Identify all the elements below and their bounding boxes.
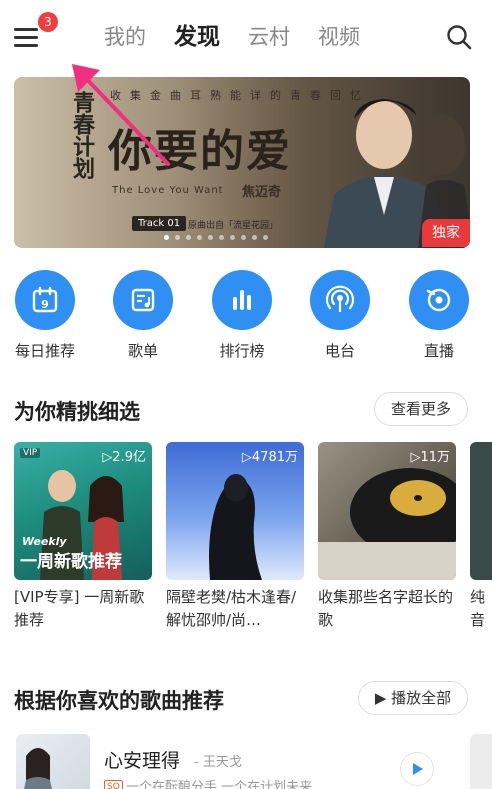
quick-links: 9 每日推荐 歌单 排行榜 电台 直播 — [0, 270, 492, 366]
search-icon[interactable] — [446, 24, 472, 50]
playlist-cover: ▷4781万 — [166, 442, 304, 580]
quick-daily[interactable]: 9 每日推荐 — [10, 270, 80, 361]
quick-charts[interactable]: 排行榜 — [207, 270, 277, 361]
calendar-icon: 9 — [15, 270, 75, 330]
live-icon — [409, 270, 469, 330]
section-title-picks: 为你精挑细选 — [14, 400, 140, 424]
annotation-arrow-icon — [72, 64, 170, 166]
cover-caption: 一周新歌推荐 — [20, 552, 122, 572]
banner-english-title: The Love You Want — [112, 185, 224, 196]
playlist-title: 隔壁老樊/枯木逢春/解忧邵帅/尚… — [166, 588, 297, 629]
tab-mine[interactable]: 我的 — [104, 22, 146, 52]
playlist-card[interactable]: VIP ▷2.9亿 Weekly 一周新歌推荐 [VIP专享] 一周新歌推荐 — [14, 442, 152, 632]
tab-cloud-village[interactable]: 云村 — [248, 22, 290, 52]
quality-badge: SQ — [104, 780, 123, 789]
play-count: ▷11万 — [410, 450, 450, 465]
notification-badge: 3 — [38, 12, 58, 32]
top-tabs: 我的 发现 云村 视频 — [104, 22, 388, 52]
playlist-card[interactable]: ▷11万 收集那些名字超长的歌 — [318, 442, 456, 632]
next-song-peek — [470, 734, 492, 789]
playlist-title: [VIP专享] 一周新歌推荐 — [14, 588, 145, 629]
cover-art — [24, 748, 52, 789]
quick-playlist[interactable]: 歌单 — [108, 270, 178, 361]
song-title: 心安理得 — [104, 750, 181, 772]
banner-artist: 焦迈奇 — [242, 185, 282, 200]
playlist-cover: VIP ▷2.9亿 Weekly 一周新歌推荐 — [14, 442, 152, 580]
playlist-card[interactable]: 纯音想对 — [470, 442, 492, 632]
banner-source: 原曲出自「流星花园」 — [188, 221, 279, 231]
play-count: ▷4781万 — [241, 450, 298, 465]
view-more-button[interactable]: 查看更多 — [374, 392, 468, 426]
playlist-cover: ▷11万 — [318, 442, 456, 580]
quick-label: 电台 — [324, 342, 355, 360]
vip-tag: VIP — [20, 448, 41, 458]
song-row[interactable]: 心安理得 - 王天戈 SQ 一个在酝酿分手 一个在计划未来 — [0, 730, 492, 789]
play-count: ▷2.9亿 — [102, 450, 146, 465]
quick-label: 歌单 — [127, 342, 158, 360]
quick-radio[interactable]: 电台 — [305, 270, 375, 361]
section-title-recommend: 根据你喜欢的歌曲推荐 — [14, 689, 224, 713]
song-artist: - 王天戈 — [194, 755, 242, 770]
quick-label: 排行榜 — [219, 342, 265, 360]
exclusive-tag: 独家 — [422, 219, 470, 247]
playlist-icon — [113, 270, 173, 330]
playlist-title: 收集那些名字超长的歌 — [318, 588, 454, 629]
tab-discover[interactable]: 发现 — [174, 22, 220, 52]
radio-icon — [310, 270, 370, 330]
chart-bars-icon — [212, 270, 272, 330]
song-description: 一个在酝酿分手 一个在计划未来 — [126, 780, 313, 789]
playlist-card[interactable]: ▷4781万 隔壁老樊/枯木逢春/解忧邵帅/尚… — [166, 442, 304, 632]
banner-track: Track 01 — [132, 216, 187, 231]
play-button[interactable] — [400, 752, 434, 786]
song-cover — [16, 734, 90, 789]
play-icon — [413, 763, 423, 775]
playlist-cover — [470, 442, 492, 580]
play-all-button[interactable]: ▶ 播放全部 — [358, 681, 468, 715]
banner-pager — [164, 235, 268, 240]
menu-icon[interactable] — [14, 26, 42, 48]
quick-label: 每日推荐 — [14, 342, 75, 360]
quick-live[interactable]: 直播 — [404, 270, 474, 361]
svg-text:9: 9 — [41, 298, 49, 311]
tab-video[interactable]: 视频 — [318, 22, 360, 52]
quick-label: 直播 — [423, 342, 454, 360]
playlist-title: 纯音想对 — [470, 588, 486, 629]
